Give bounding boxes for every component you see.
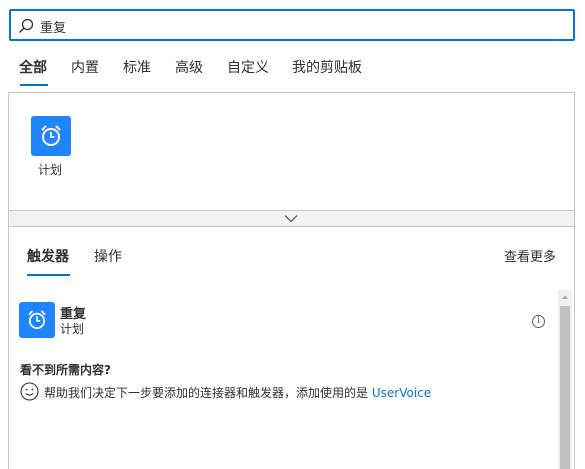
tab-custom[interactable]: 自定义: [227, 57, 269, 77]
smiley-icon: [20, 382, 39, 401]
connector-tile-schedule[interactable]: [31, 116, 71, 156]
alarm-clock-icon: [41, 125, 61, 146]
tab-my-clipboard[interactable]: 我的剪贴板: [292, 57, 362, 77]
not-found-title: 看不到所需内容?: [20, 363, 111, 377]
scrollbar-thumb[interactable]: [560, 306, 570, 469]
active-tab-indicator: [20, 84, 48, 86]
tab-all[interactable]: 全部: [19, 57, 47, 77]
tab-triggers[interactable]: 触发器: [27, 246, 69, 266]
active-subtab-indicator: [27, 274, 70, 276]
search-input[interactable]: 重复: [40, 17, 66, 36]
search-box[interactable]: 重复: [9, 9, 575, 41]
info-icon[interactable]: i: [532, 315, 545, 328]
action-tile: [19, 302, 55, 338]
tab-premium[interactable]: 高级: [175, 57, 203, 77]
connector-panel: [8, 92, 575, 211]
alarm-clock-icon: [28, 310, 46, 329]
search-icon: [19, 18, 34, 33]
uservoice-link[interactable]: UserVoice: [372, 386, 431, 400]
tab-standard[interactable]: 标准: [123, 57, 151, 77]
action-connector: 计划: [60, 322, 85, 336]
chevron-down-icon: [284, 215, 298, 223]
collapse-bar[interactable]: [8, 210, 575, 227]
tab-builtin[interactable]: 内置: [71, 57, 99, 77]
scroll-up-icon[interactable]: [558, 290, 572, 304]
not-found-text: 帮助我们决定下一步要添加的连接器和触发器，添加使用的是 UserVoice: [44, 384, 431, 401]
action-item-recurrence[interactable]: [17, 300, 557, 340]
tab-actions[interactable]: 操作: [94, 246, 122, 266]
see-more-link[interactable]: 查看更多: [504, 246, 556, 265]
not-found-message: 帮助我们决定下一步要添加的连接器和触发器，添加使用的是: [44, 386, 369, 400]
connector-label: 计划: [38, 163, 63, 177]
